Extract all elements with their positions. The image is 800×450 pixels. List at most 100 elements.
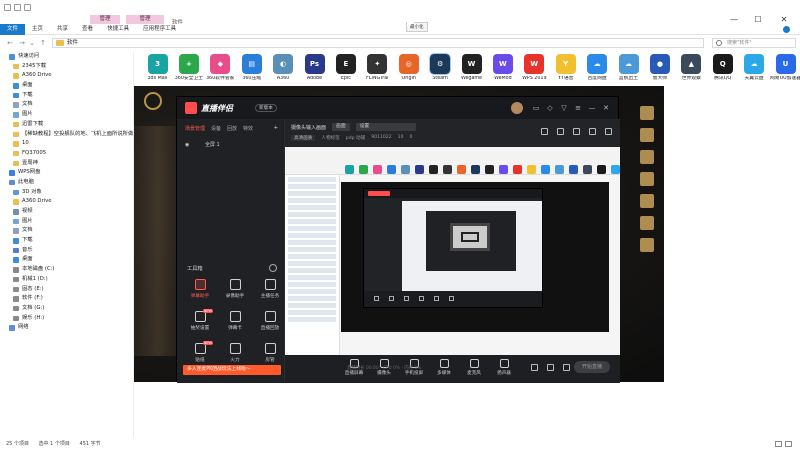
source-control[interactable]: 麦克风 [463, 359, 485, 376]
app-shortcut[interactable]: E Epic [330, 54, 361, 84]
sidebar-item[interactable]: 娱乐 (H:) [0, 314, 133, 324]
quick-access-toolbar[interactable] [4, 4, 44, 12]
sidebar-item[interactable]: 【稀缺教程】空投舰队的地、飞机上面所说所做的… [0, 130, 133, 140]
unlock-icon[interactable] [573, 128, 580, 135]
tab-share[interactable]: 共享 [50, 24, 75, 35]
sidebar-item[interactable]: 桌面 [0, 255, 133, 265]
tool-item[interactable]: 弹幕助手 [185, 279, 215, 303]
up-icon[interactable]: ↑ [39, 39, 47, 47]
details-view-icon[interactable] [775, 441, 782, 447]
app-shortcut[interactable]: ◐ A360 [268, 54, 299, 84]
tab-view[interactable]: 查看 [75, 24, 100, 35]
sidebar-item[interactable]: A360 Drive [0, 197, 133, 207]
large-icons-view-icon[interactable] [785, 441, 792, 447]
bell-icon[interactable] [589, 128, 596, 135]
sidebar-item[interactable]: 图片 [0, 110, 133, 120]
help-icon[interactable] [783, 26, 790, 33]
settings-small-icon[interactable] [563, 364, 570, 371]
avatar[interactable] [511, 102, 523, 114]
app-shortcut[interactable]: Ps Adobe [299, 54, 330, 84]
forward-icon[interactable]: → [18, 39, 26, 47]
app-shortcut[interactable]: W WeMod [487, 54, 518, 84]
sidebar-item[interactable]: 视频 [0, 207, 133, 217]
tab-file[interactable]: 文件 [0, 23, 26, 35]
app-minimize-icon[interactable]: — [587, 103, 597, 113]
app-shortcut[interactable]: 3 3ds Max [142, 54, 173, 84]
tab-scene[interactable]: 场景管理 [185, 125, 205, 132]
app-shortcut[interactable]: ☁ 百度网盘 [582, 54, 613, 84]
tab-app-tools[interactable]: 应用程序工具 [136, 24, 183, 35]
settings-chip[interactable]: 设置 [355, 123, 416, 131]
sidebar-item[interactable]: 下载 [0, 91, 133, 101]
app-shortcut[interactable]: W WPS 2019 [519, 54, 550, 84]
sidebar-item[interactable]: 文档 (G:) [0, 304, 133, 314]
menu-icon[interactable]: ≡ [573, 103, 583, 113]
sidebar-item[interactable]: 文档 [0, 100, 133, 110]
sidebar-item[interactable]: 桌面 [0, 81, 133, 91]
app-shortcut[interactable]: U 网易UU加速器 [770, 54, 800, 84]
search-input[interactable]: 搜索"软件" [712, 38, 796, 48]
layout-icon[interactable] [541, 128, 548, 135]
record-small-icon[interactable] [547, 364, 554, 371]
gift-icon[interactable]: ▽ [559, 103, 569, 113]
tab-effects[interactable]: 特效 [243, 125, 253, 132]
lock-icon[interactable] [557, 128, 564, 135]
scene-item[interactable]: ◉ 全屏 1 [185, 141, 220, 148]
sidebar-item[interactable]: 迅雷下载 [0, 120, 133, 130]
back-icon[interactable]: ← [6, 39, 14, 47]
address-bar[interactable]: 软件 [52, 38, 704, 48]
tool-item[interactable]: 录像助手 [220, 279, 250, 303]
stream-preview[interactable] [285, 147, 620, 355]
app-shortcut[interactable]: ◆ 360软件管家 [205, 54, 236, 84]
tab-shortcut-tools[interactable]: 快捷工具 [100, 24, 136, 35]
app-shortcut[interactable]: W Wegame [456, 54, 487, 84]
sidebar-item[interactable]: 软件 (F:) [0, 294, 133, 304]
app-shortcut[interactable]: ☁ 天翼云盘 [739, 54, 770, 84]
category-chip[interactable]: 画面 [332, 123, 350, 131]
app-shortcut[interactable]: ▤ 360压缩 [236, 54, 267, 84]
app-close-icon[interactable]: ✕ [601, 103, 611, 113]
sidebar-item[interactable]: FQ37005 [0, 149, 133, 159]
sidebar-item[interactable]: 快速访问 [0, 52, 133, 62]
tab-device[interactable]: 设备 [211, 125, 221, 132]
sidebar-item[interactable]: 图片 [0, 217, 133, 227]
tool-item[interactable]: 贴纸 NEW [185, 341, 215, 367]
app-shortcut[interactable]: ● 鲁大师 [644, 54, 675, 84]
promo-banner[interactable]: 多人连麦PK团战玩法上线啦～ [183, 365, 281, 375]
tab-home[interactable]: 主页 [25, 24, 50, 35]
sidebar-item[interactable]: 固态 (E:) [0, 285, 133, 295]
toolbox-settings-icon[interactable] [269, 264, 277, 272]
source-control[interactable]: 扬声器 [493, 359, 515, 376]
skin-icon[interactable]: ◇ [545, 103, 555, 113]
share-icon[interactable] [605, 128, 612, 135]
sidebar-item[interactable]: 音乐 [0, 246, 133, 256]
sidebar-item[interactable]: A360 Drive [0, 71, 133, 81]
app-shortcut[interactable]: ☁ 蓝帆出土 [613, 54, 644, 84]
tool-item[interactable]: 弹幕卡 [220, 311, 250, 335]
app-shortcut[interactable]: Y YY语音 [550, 54, 581, 84]
app-shortcut[interactable]: Q 腾讯QQ [707, 54, 738, 84]
sidebar-item[interactable]: 本地磁盘 (C:) [0, 265, 133, 275]
sidebar-item[interactable]: 网络 [0, 323, 133, 333]
eye-icon[interactable]: ◉ [185, 142, 189, 148]
sidebar-item[interactable]: 下载 [0, 236, 133, 246]
sidebar-item[interactable]: WPS网盘 [0, 168, 133, 178]
tab-replay[interactable]: 回放 [227, 125, 237, 132]
quality-chip[interactable]: 高清画质 [291, 135, 316, 141]
sidebar-item[interactable]: 2345下载 [0, 62, 133, 72]
app-shortcut[interactable]: +360安全卫士 [173, 54, 204, 84]
sidebar-item[interactable]: 10 [0, 139, 133, 149]
tool-item[interactable]: 直播回放 [255, 311, 285, 335]
app-shortcut[interactable]: ◎ Origin [393, 54, 424, 84]
sidebar-item[interactable]: 此电脑 [0, 178, 133, 188]
camera-small-icon[interactable] [531, 364, 538, 371]
app-shortcut[interactable]: ▲ 世界观察 [676, 54, 707, 84]
sidebar-item[interactable]: 3D 对象 [0, 188, 133, 198]
tool-item[interactable]: 主播任务 [255, 279, 285, 303]
source-control[interactable]: 多媒体 [433, 359, 455, 376]
add-scene-icon[interactable]: + [274, 125, 278, 132]
version-badge[interactable]: 新版本 [255, 104, 277, 112]
tool-item[interactable]: 抽奖设置 NEW [185, 309, 215, 335]
app-shortcut[interactable]: ⚙ Steam [425, 53, 456, 84]
tool-item[interactable]: 房管 [255, 343, 285, 367]
